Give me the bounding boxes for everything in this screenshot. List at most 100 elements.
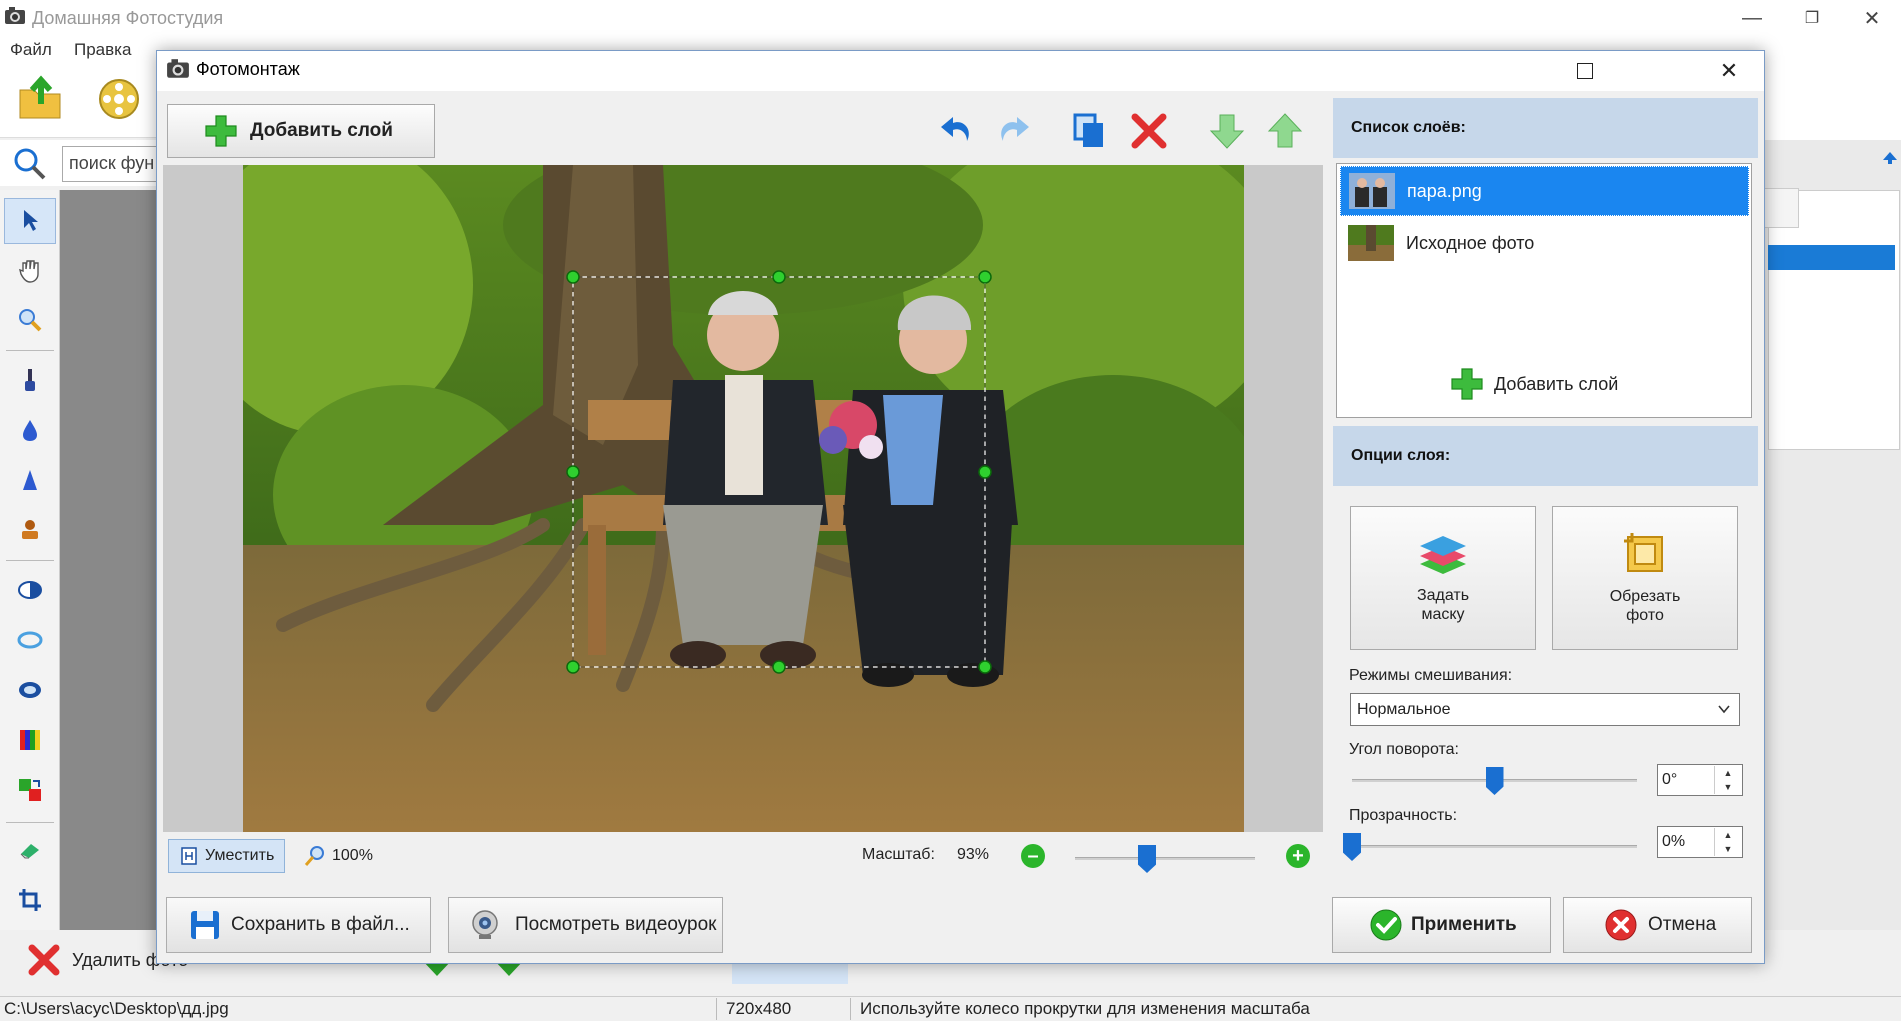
watch-video-button[interactable]: Посмотреть видеоурок: [448, 897, 723, 953]
hand-icon[interactable]: [14, 254, 46, 286]
main-right-top: [1755, 64, 1901, 140]
film-reel-icon[interactable]: [96, 76, 142, 122]
menu-file[interactable]: Файл: [10, 40, 52, 60]
webcam-icon: [469, 909, 501, 941]
crop-icon[interactable]: [14, 884, 46, 916]
opacity-slider-track[interactable]: [1352, 845, 1637, 848]
main-workspace-area: [60, 190, 160, 930]
layer-options-header: Опции слоя:: [1333, 426, 1758, 486]
maximize-icon: [1577, 63, 1593, 79]
vignette-icon[interactable]: [14, 674, 46, 706]
maximize-button[interactable]: [1550, 51, 1620, 91]
layer-item-original-photo[interactable]: Исходное фото: [1340, 218, 1749, 268]
contrast-icon[interactable]: [14, 574, 46, 606]
check-circle-icon: [1369, 908, 1403, 942]
fit-icon: [181, 847, 197, 865]
delete-x-icon[interactable]: [26, 942, 62, 978]
sharpen-icon[interactable]: [14, 464, 46, 496]
status-separator: [850, 998, 851, 1020]
spin-arrows[interactable]: ▲ ▼: [1714, 828, 1741, 856]
minimize-icon: —: [1742, 6, 1762, 29]
spin-down-icon[interactable]: ▼: [1715, 842, 1741, 856]
main-window-title: Домашняя Фотостудия: [32, 8, 224, 28]
close-dialog-button[interactable]: ✕: [1694, 51, 1764, 91]
layer-list-add-button[interactable]: Добавить слой: [1450, 364, 1618, 404]
minimize-button[interactable]: —: [1722, 0, 1782, 36]
status-hint: Используйте колесо прокрутки для изменен…: [860, 999, 1310, 1018]
menu-edit[interactable]: Правка: [74, 40, 131, 60]
zoom-100-label: 100%: [332, 847, 373, 864]
zoom-slider-track[interactable]: [1075, 857, 1255, 860]
floppy-disk-icon: [189, 909, 221, 941]
arrow-up-icon[interactable]: [1882, 150, 1898, 166]
layer-label: Исходное фото: [1406, 232, 1535, 253]
blend-mode-value: Нормальное: [1357, 700, 1451, 718]
spin-down-icon[interactable]: ▼: [1715, 780, 1741, 794]
montage-photo: [243, 165, 1244, 832]
color-levels-icon[interactable]: [14, 724, 46, 756]
stamp-icon[interactable]: [14, 514, 46, 546]
set-mask-label: Задать маску: [1416, 587, 1470, 623]
cancel-button[interactable]: Отмена: [1563, 897, 1752, 953]
zoom-value: 93%: [957, 846, 990, 863]
restore-button[interactable]: ❐: [1782, 0, 1842, 36]
apply-button[interactable]: Применить: [1332, 897, 1551, 953]
opacity-spinbox[interactable]: 0% ▲ ▼: [1657, 826, 1743, 858]
photo-canvas[interactable]: [243, 165, 1244, 832]
apply-label: Применить: [1411, 914, 1517, 935]
add-layer-label: Добавить слой: [250, 120, 393, 141]
blend-mode-select[interactable]: Нормальное: [1350, 693, 1740, 726]
layer-item-couple[interactable]: пара.png: [1340, 166, 1749, 216]
tools-separator: [6, 350, 54, 351]
status-image-size: 720x480: [726, 999, 792, 1018]
fit-label: Уместить: [205, 847, 275, 864]
main-right-list: [1768, 190, 1900, 450]
zoom-100-button[interactable]: 100%: [300, 839, 390, 873]
zoom-tool-icon[interactable]: [14, 304, 46, 336]
layer-down-icon[interactable]: [1204, 108, 1250, 154]
zoom-out-icon[interactable]: –: [1021, 844, 1045, 868]
spin-up-icon[interactable]: ▲: [1715, 828, 1741, 842]
redo-icon[interactable]: [990, 108, 1036, 154]
undo-icon[interactable]: [934, 108, 980, 154]
restore-icon: ❐: [1804, 10, 1820, 27]
eraser-icon[interactable]: [14, 834, 46, 866]
opacity-value: 0%: [1662, 833, 1686, 850]
layer-up-icon[interactable]: [1262, 108, 1308, 154]
cancel-circle-icon: [1604, 908, 1638, 942]
copy-layer-icon[interactable]: [1066, 108, 1112, 154]
status-separator: [716, 998, 717, 1020]
save-to-file-button[interactable]: Сохранить в файл...: [166, 897, 431, 953]
brush-icon[interactable]: [14, 364, 46, 396]
close-icon: ✕: [1863, 7, 1881, 30]
drop-icon[interactable]: [14, 414, 46, 446]
dialog-title: Фотомонтаж: [196, 59, 300, 79]
rotation-spinbox[interactable]: 0° ▲ ▼: [1657, 764, 1743, 796]
dialog-titlebar: [157, 51, 1764, 91]
open-folder-icon[interactable]: [16, 74, 66, 124]
ellipse-select-icon[interactable]: [14, 624, 46, 656]
spin-arrows[interactable]: ▲ ▼: [1714, 766, 1741, 794]
pointer-icon[interactable]: [14, 204, 46, 236]
fit-button[interactable]: Уместить: [168, 839, 285, 873]
main-right-selected-row[interactable]: [1768, 245, 1895, 270]
close-main-button[interactable]: ✕: [1842, 0, 1901, 36]
add-layer-button[interactable]: Добавить слой: [167, 104, 435, 158]
zoom-in-icon[interactable]: +: [1286, 844, 1310, 868]
replace-color-icon[interactable]: [14, 774, 46, 806]
close-icon: ✕: [1719, 58, 1739, 83]
spin-up-icon[interactable]: ▲: [1715, 766, 1741, 780]
search-icon[interactable]: [12, 146, 48, 182]
tools-separator: [6, 560, 54, 561]
delete-layer-icon[interactable]: [1126, 108, 1172, 154]
crop-photo-label: Обрезать фото: [1609, 588, 1681, 624]
layer-thumbnail: [1348, 225, 1394, 261]
main-right-tab[interactable]: [1763, 188, 1799, 228]
magnifier-icon: [304, 845, 326, 867]
set-mask-button[interactable]: Задать маску: [1350, 506, 1536, 650]
crop-photo-button[interactable]: Обрезать фото: [1552, 506, 1738, 650]
plus-icon: [204, 114, 238, 148]
layer-options-header-label: Опции слоя:: [1351, 447, 1451, 464]
rotation-label: Угол поворота:: [1349, 741, 1459, 758]
tools-separator: [6, 822, 54, 823]
